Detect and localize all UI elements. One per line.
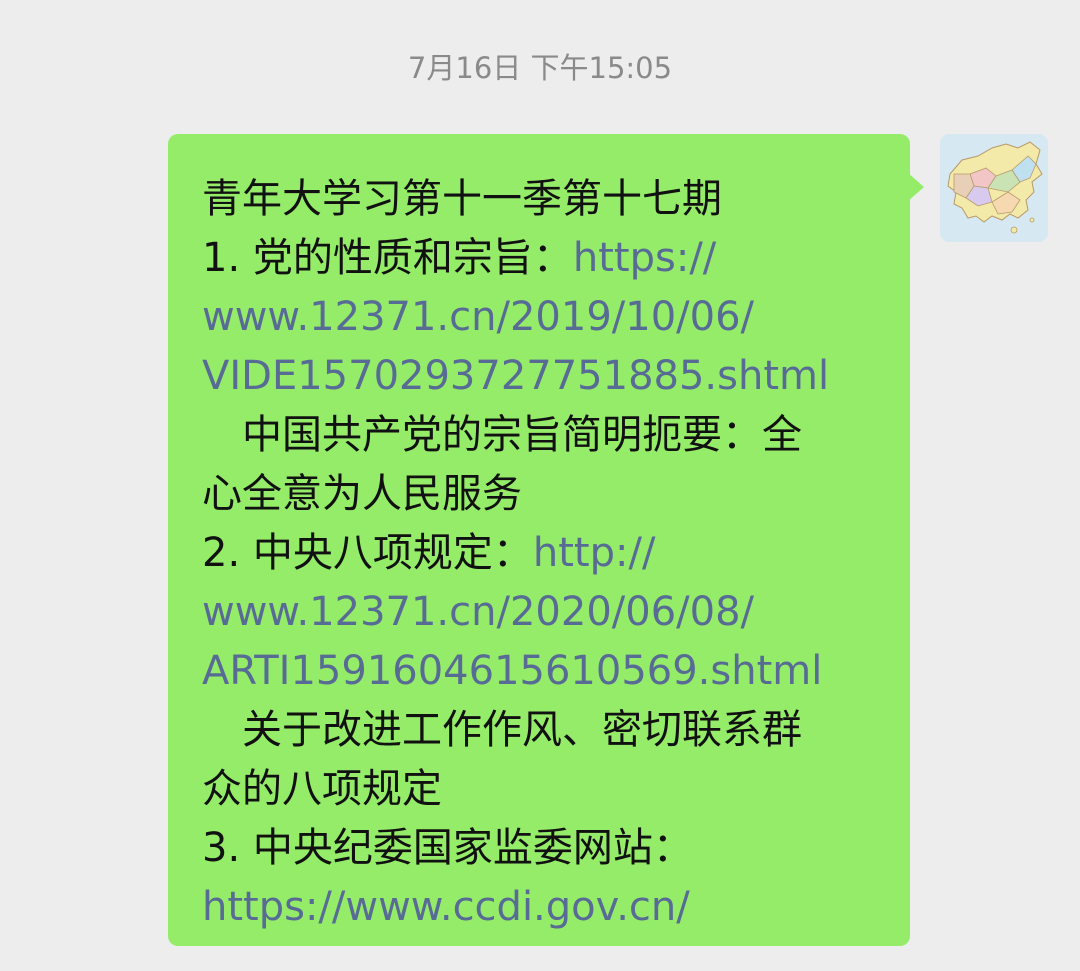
item-1-link-part-2[interactable]: www.12371.cn/2019/10/06/ xyxy=(202,288,890,347)
item-3-label: 3. 中央纪委国家监委网站： xyxy=(202,825,693,871)
china-map-icon xyxy=(940,134,1048,242)
message-bubble[interactable]: 青年大学习第十一季第十七期 1. 党的性质和宗旨：https:// www.12… xyxy=(168,134,910,946)
avatar[interactable] xyxy=(940,134,1048,242)
item-1-description-cont: 心全意为人民服务 xyxy=(202,471,522,517)
item-2-link-part-3[interactable]: ARTI1591604615610569.shtml xyxy=(202,642,890,701)
message-item-1: 1. 党的性质和宗旨：https:// xyxy=(202,229,890,288)
item-1-link-part-3[interactable]: VIDE1570293727751885.shtml xyxy=(202,347,890,406)
item-3-link[interactable]: https://www.ccdi.gov.cn/ xyxy=(202,878,890,937)
item-2-link-part-2[interactable]: www.12371.cn/2020/06/08/ xyxy=(202,583,890,642)
item-2-link-part-1[interactable]: http:// xyxy=(533,530,656,576)
message-item-2: 2. 中央八项规定：http:// xyxy=(202,524,890,583)
item-1-description: 中国共产党的宗旨简明扼要：全 xyxy=(202,412,802,458)
item-1-label: 1. 党的性质和宗旨： xyxy=(202,235,573,281)
item-2-description-cont: 众的八项规定 xyxy=(202,766,442,812)
item-1-link-part-1[interactable]: https:// xyxy=(573,235,716,281)
item-2-label: 2. 中央八项规定： xyxy=(202,530,533,576)
message-title: 青年大学习第十一季第十七期 xyxy=(202,176,722,222)
item-2-description: 关于改进工作作风、密切联系群 xyxy=(202,707,802,753)
bubble-tail xyxy=(907,172,924,202)
message-timestamp: 7月16日 下午15:05 xyxy=(407,51,673,85)
chat-view: 7月16日 下午15:05 青年大学习第十一季第十七期 1. 党的性质和宗旨：h… xyxy=(0,0,1080,971)
